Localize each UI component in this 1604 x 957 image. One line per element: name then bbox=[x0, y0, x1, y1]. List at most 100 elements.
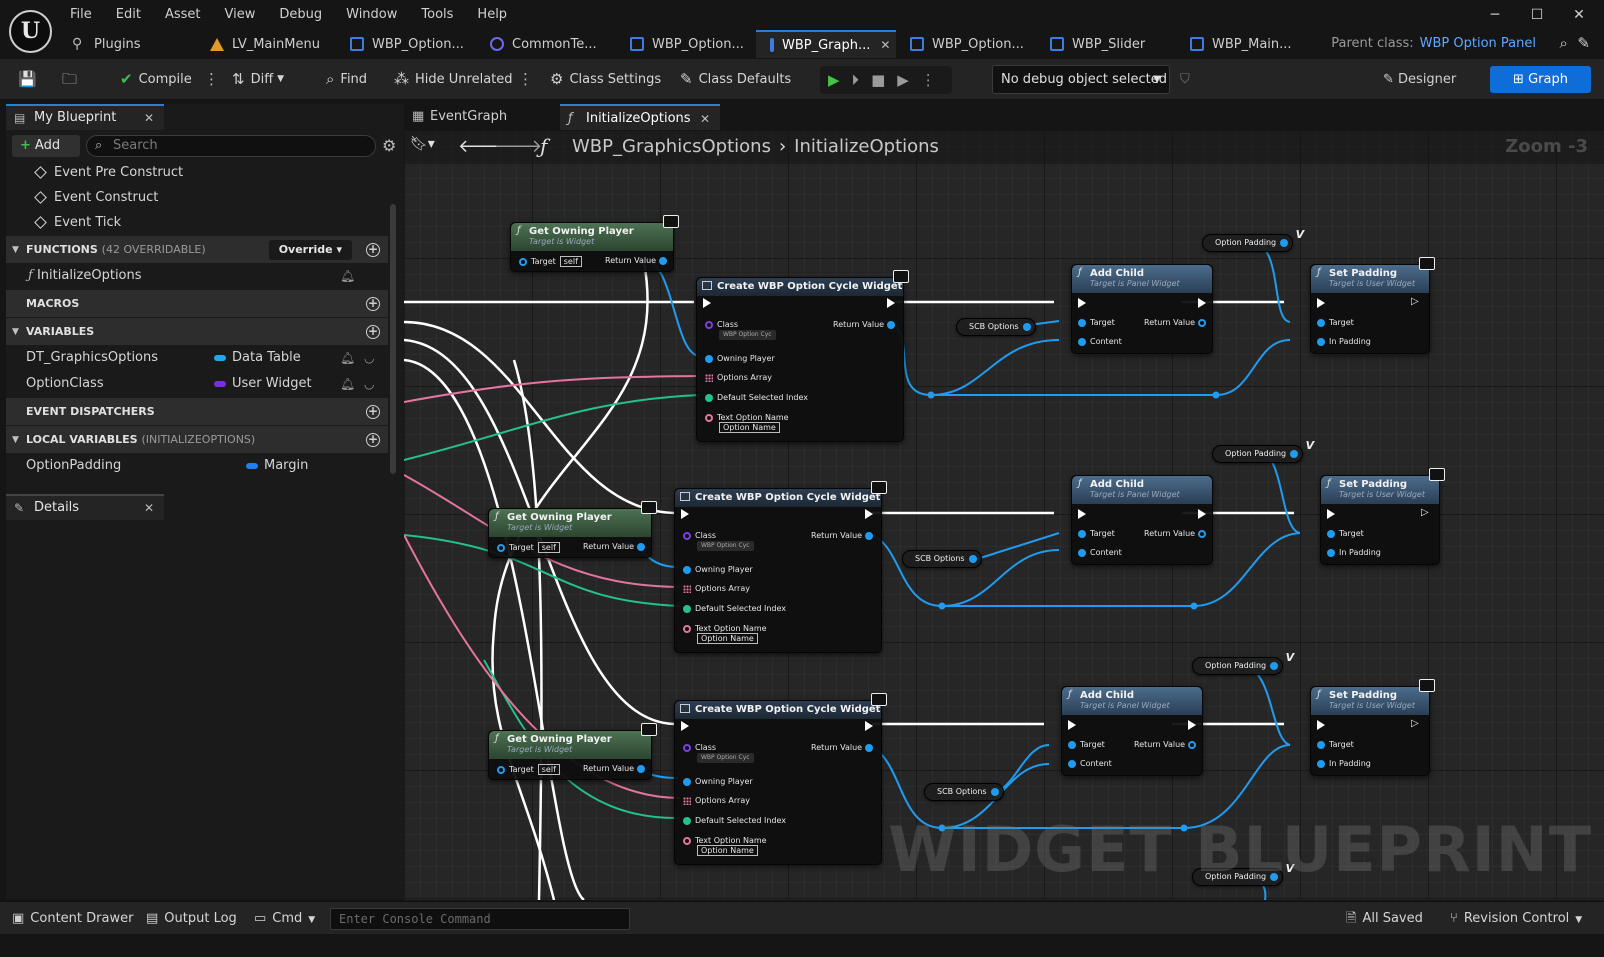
local-variables-section[interactable]: ▼ LOCAL VARIABLES (INITIALIZEOPTIONS) + bbox=[6, 425, 388, 453]
default-index-pin[interactable]: Default Selected Index bbox=[683, 604, 786, 613]
exec-out-pin[interactable] bbox=[1198, 509, 1206, 519]
stop-icon[interactable]: ■ bbox=[871, 71, 885, 89]
scb-options-variable[interactable]: SCB Options bbox=[924, 783, 1004, 801]
default-index-pin[interactable]: Default Selected Index bbox=[683, 816, 786, 825]
output-log-button[interactable]: ▤ Output Log bbox=[146, 908, 237, 930]
return-value-pin[interactable]: Return Value bbox=[1144, 529, 1210, 538]
cmd-button[interactable]: ▭ Cmd ▼ bbox=[254, 908, 315, 930]
tab-commonte[interactable]: CommonTe... bbox=[476, 30, 616, 58]
add-child-node[interactable]: ƒ Add Child Target is Panel Widget Target … bbox=[1071, 475, 1213, 565]
menu-edit[interactable]: Edit bbox=[104, 4, 153, 26]
exec-in-pin[interactable] bbox=[1068, 720, 1076, 730]
return-value-pin[interactable]: Return Value bbox=[605, 256, 671, 265]
exec-in-pin[interactable] bbox=[1317, 298, 1325, 308]
tab-wbp-option-1[interactable]: WBP_Option... bbox=[336, 30, 476, 58]
eject-icon[interactable]: ▶ bbox=[897, 71, 909, 89]
return-value-pin[interactable]: Return Value bbox=[1144, 318, 1210, 327]
tab-initializeoptions[interactable]: ƒ InitializeOptions ✕ bbox=[560, 104, 720, 130]
create-widget-node[interactable]: Create WBP Option Cycle Widget Class WBP … bbox=[696, 270, 909, 442]
in-padding-pin[interactable]: In Padding bbox=[1317, 759, 1371, 768]
target-pin[interactable]: Target bbox=[1068, 740, 1105, 749]
menu-debug[interactable]: Debug bbox=[267, 4, 334, 26]
default-index-pin[interactable]: Default Selected Index bbox=[705, 393, 808, 402]
eye-closed-icon[interactable]: ◡ bbox=[364, 345, 374, 371]
unreal-logo-icon[interactable]: U bbox=[9, 10, 52, 53]
scrollbar[interactable] bbox=[390, 204, 396, 474]
menu-help[interactable]: Help bbox=[465, 4, 519, 26]
target-pin[interactable]: Target bbox=[1078, 318, 1115, 327]
reroute-node[interactable] bbox=[938, 602, 946, 610]
create-widget-node[interactable]: Create WBP Option Cycle Widget Class WBP … bbox=[674, 693, 887, 865]
bookmark-icon[interactable]: 🔖︎▾ bbox=[410, 136, 435, 152]
tab-wbp-option-2[interactable]: WBP_Option... bbox=[616, 30, 756, 58]
owning-player-pin[interactable]: Owning Player bbox=[683, 777, 753, 786]
add-circle-icon[interactable]: + bbox=[366, 405, 380, 419]
in-padding-pin[interactable]: In Padding bbox=[1317, 337, 1371, 346]
maximize-icon[interactable]: ☐ bbox=[1518, 4, 1556, 26]
add-circle-icon[interactable]: + bbox=[366, 433, 380, 447]
target-pin[interactable]: Target bbox=[1317, 740, 1354, 749]
bell-icon[interactable]: 🔔︎ bbox=[340, 371, 355, 397]
add-child-node[interactable]: ƒ Add Child Target is Panel Widget Target … bbox=[1061, 686, 1203, 776]
get-owning-player-node[interactable]: ƒ Get Owning Player Target is Widget Targe… bbox=[510, 215, 679, 272]
play-icon[interactable]: ▶ bbox=[828, 71, 840, 89]
return-value-pin[interactable]: Return Value bbox=[583, 542, 649, 551]
breadcrumb-item[interactable]: WBP_GraphicsOptions bbox=[572, 136, 771, 157]
list-item-variable[interactable]: DT_GraphicsOptions Data Table 🔔︎ ◡ bbox=[6, 345, 388, 371]
step-icon[interactable]: ⏵ bbox=[852, 71, 860, 89]
hide-unrelated-options-icon[interactable]: ⋮ bbox=[518, 66, 533, 93]
debug-object-select[interactable]: No debug object selected ▼ bbox=[992, 65, 1170, 94]
in-padding-pin[interactable]: In Padding bbox=[1327, 548, 1381, 557]
set-padding-node[interactable]: ƒ Set Padding Target is User Widget ▷ Targ… bbox=[1320, 468, 1445, 565]
text-option-name-pin[interactable]: Text Option Name Option Name bbox=[705, 413, 789, 433]
text-option-name-pin[interactable]: Text Option Name Option Name bbox=[683, 836, 767, 856]
tab-wbp-option-3[interactable]: WBP_Option... bbox=[896, 30, 1036, 58]
console-command-input[interactable]: Enter Console Command bbox=[330, 908, 630, 930]
eye-closed-icon[interactable]: ◡ bbox=[364, 371, 374, 397]
return-value-pin[interactable]: Return Value bbox=[833, 320, 899, 329]
find-button[interactable]: ⌕ Find bbox=[326, 66, 367, 93]
compile-options-icon[interactable]: ⋮ bbox=[204, 66, 219, 93]
add-circle-icon[interactable]: + bbox=[366, 297, 380, 311]
add-circle-icon[interactable]: + bbox=[366, 243, 380, 257]
play-options-icon[interactable]: ⋮ bbox=[921, 71, 936, 89]
option-padding-variable[interactable]: Option Padding V bbox=[1212, 439, 1314, 463]
save-button[interactable]: 💾 bbox=[18, 66, 43, 93]
exec-in-pin[interactable] bbox=[681, 721, 689, 731]
minimize-icon[interactable]: ─ bbox=[1476, 4, 1514, 26]
options-array-pin[interactable]: Options Array bbox=[705, 373, 772, 382]
text-option-name-pin[interactable]: Text Option Name Option Name bbox=[683, 624, 767, 644]
details-tab[interactable]: ✎ Details ✕ bbox=[6, 494, 164, 520]
debug-filter-icon[interactable]: ⛉ bbox=[1180, 66, 1190, 93]
class-pin[interactable]: Class WBP Option Cyc bbox=[683, 743, 754, 763]
close-window-icon[interactable]: ✕ bbox=[1560, 4, 1598, 26]
add-circle-icon[interactable]: + bbox=[366, 325, 380, 339]
add-child-node[interactable]: ƒ Add Child Target is Panel Widget Target … bbox=[1071, 264, 1213, 354]
breadcrumb-item[interactable]: InitializeOptions bbox=[794, 136, 939, 157]
gear-icon[interactable]: ⚙ bbox=[382, 136, 396, 155]
owning-player-pin[interactable]: Owning Player bbox=[705, 354, 775, 363]
exec-out-pin[interactable] bbox=[865, 509, 873, 519]
exec-out-pin[interactable] bbox=[887, 298, 895, 308]
return-value-pin[interactable]: Return Value bbox=[811, 531, 877, 540]
exec-in-pin[interactable] bbox=[1327, 509, 1335, 519]
target-pin[interactable]: Target self bbox=[497, 542, 560, 553]
close-icon[interactable]: ✕ bbox=[144, 496, 154, 520]
list-item-event[interactable]: Event Construct bbox=[6, 185, 388, 210]
exec-out-pin[interactable]: ▷ bbox=[1411, 297, 1419, 307]
exec-in-pin[interactable] bbox=[1078, 509, 1086, 519]
return-value-pin[interactable]: Return Value bbox=[1134, 740, 1200, 749]
tab-lv-mainmenu[interactable]: LV_MainMenu bbox=[196, 30, 336, 58]
content-pin[interactable]: Content bbox=[1078, 337, 1122, 346]
list-item-event[interactable]: Event Tick bbox=[6, 210, 388, 235]
graph-canvas[interactable]: 🔖︎▾ 🡐 🡒 ƒ WBP_GraphicsOptions › Initialize… bbox=[404, 130, 1604, 900]
list-item-event[interactable]: Event Pre Construct bbox=[6, 160, 388, 185]
exec-out-pin[interactable]: ▷ bbox=[1421, 508, 1429, 518]
add-button[interactable]: + Add bbox=[12, 135, 80, 157]
tab-plugins[interactable]: ⚲ Plugins bbox=[58, 30, 196, 58]
functions-section[interactable]: ▼ FUNCTIONS (42 OVERRIDABLE) Override ▾ … bbox=[6, 235, 388, 263]
exec-in-pin[interactable] bbox=[681, 509, 689, 519]
menu-window[interactable]: Window bbox=[334, 4, 409, 26]
target-pin[interactable]: Target self bbox=[497, 764, 560, 775]
exec-out-pin[interactable] bbox=[865, 721, 873, 731]
